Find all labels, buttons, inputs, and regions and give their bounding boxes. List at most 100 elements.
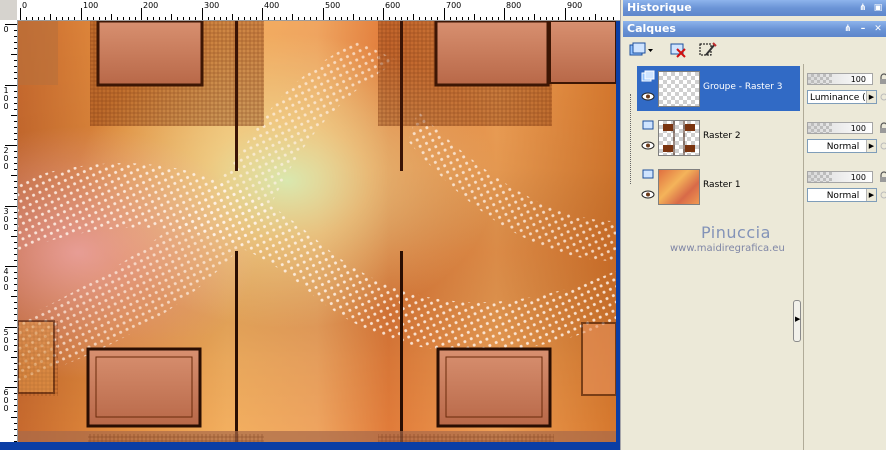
- ruler-tick: [99, 17, 100, 20]
- ruler-tick: [395, 17, 396, 20]
- link-icon[interactable]: [879, 189, 886, 201]
- ruler-tick: [14, 193, 17, 194]
- ruler-tick: [14, 72, 17, 73]
- ruler-tick: [14, 429, 17, 430]
- history-palette-title[interactable]: Historique ⋔ ▣: [623, 0, 886, 16]
- ruler-tick: [14, 254, 17, 255]
- ruler-tick: [383, 8, 384, 20]
- edit-selection-button[interactable]: [697, 39, 719, 61]
- ruler-tick: [14, 320, 17, 321]
- ruler-tick: [601, 17, 602, 20]
- ruler-tick: [274, 17, 275, 20]
- layer-group-icon: [629, 42, 653, 56]
- ruler-tick: [38, 17, 39, 20]
- pin-icon[interactable]: ⋔: [858, 3, 868, 13]
- link-icon[interactable]: [879, 91, 886, 103]
- ruler-tick: [571, 17, 572, 20]
- ruler-label: 0: [3, 102, 9, 111]
- ruler-tick: [11, 357, 17, 358]
- layer-name: Raster 1: [703, 180, 741, 190]
- ruler-tick: [14, 411, 17, 412]
- lock-icon[interactable]: [879, 73, 886, 85]
- ruler-tick: [522, 17, 523, 20]
- ruler-tick: [11, 54, 17, 55]
- ruler-tick: [280, 17, 281, 20]
- ruler-tick: [202, 8, 203, 20]
- blend-mode-select[interactable]: Normal ▶: [807, 139, 877, 153]
- chevron-right-icon: ▶: [795, 315, 801, 323]
- ruler-tick: [474, 14, 475, 20]
- ruler-tick: [171, 14, 172, 20]
- layer-row-groupe-raster-3[interactable]: Groupe - Raster 3: [637, 66, 800, 111]
- ruler-label: 800: [506, 1, 522, 10]
- ruler-tick: [431, 17, 432, 20]
- eye-icon[interactable]: [641, 190, 655, 199]
- ruler-tick: [105, 17, 106, 20]
- ruler-tick: [14, 314, 17, 315]
- ruler-tick: [14, 133, 17, 134]
- link-icon[interactable]: [879, 140, 886, 152]
- ruler-tick: [444, 8, 445, 20]
- ruler-tick: [189, 17, 190, 20]
- ruler-tick: [341, 17, 342, 20]
- ruler-tick: [226, 17, 227, 20]
- ruler-tick: [14, 212, 17, 213]
- delete-layer-button[interactable]: [667, 39, 689, 61]
- ruler-label: 100: [83, 1, 99, 10]
- ruler-tick: [14, 78, 17, 79]
- ruler-tick: [425, 17, 426, 20]
- ruler-tick: [359, 17, 360, 20]
- ruler-tick: [298, 17, 299, 20]
- ruler-tick: [14, 423, 17, 424]
- minimize-icon[interactable]: –: [858, 24, 868, 34]
- ruler-tick: [135, 17, 136, 20]
- opacity-value: 100: [850, 124, 866, 133]
- ruler-tick: [14, 60, 17, 61]
- panel-collapse-handle[interactable]: ▶: [793, 300, 801, 342]
- layer-row-raster-1[interactable]: Raster 1: [637, 164, 800, 209]
- ruler-label: 0: [3, 404, 9, 413]
- new-layer-dropdown-button[interactable]: [627, 39, 655, 61]
- close-icon[interactable]: ✕: [873, 24, 883, 34]
- blend-mode-value: Normal: [826, 191, 860, 201]
- ruler-tick: [528, 17, 529, 20]
- artwork: [18, 21, 616, 442]
- layer-thumbnail: [658, 71, 700, 107]
- lock-icon[interactable]: [879, 122, 886, 134]
- delete-layer-icon: [670, 43, 686, 58]
- blend-mode-select[interactable]: Normal ▶: [807, 188, 877, 202]
- ruler-tick: [14, 375, 17, 376]
- ruler-tick: [468, 17, 469, 20]
- eye-icon[interactable]: [641, 141, 655, 150]
- opacity-slider[interactable]: 100: [807, 171, 873, 183]
- ruler-tick: [504, 8, 505, 20]
- history-title-text: Historique: [627, 1, 692, 14]
- ruler-tick: [286, 17, 287, 20]
- ruler-tick: [365, 17, 366, 20]
- ruler-tick: [353, 14, 354, 20]
- blend-mode-select[interactable]: Luminance (H) ▶: [807, 90, 877, 104]
- ruler-tick: [419, 17, 420, 20]
- opacity-slider[interactable]: 100: [807, 73, 873, 85]
- ruler-tick: [310, 17, 311, 20]
- ruler-tick: [262, 8, 263, 20]
- image-canvas[interactable]: [18, 21, 616, 442]
- layer-props-groupe-raster-3: 100 Luminance (H) ▶: [807, 70, 886, 115]
- ruler-tick: [14, 42, 17, 43]
- ruler-tick: [456, 17, 457, 20]
- layer-row-raster-2[interactable]: Raster 2: [637, 115, 800, 160]
- layers-palette-title[interactable]: Calques ⋔ – ✕: [623, 21, 886, 37]
- eye-icon[interactable]: [641, 92, 655, 101]
- lock-icon[interactable]: [879, 171, 886, 183]
- canvas-workspace[interactable]: 0 100 200 300 400 500 600 700 800 900 0 100 200 300 4…: [0, 0, 620, 450]
- canvas-edge-bottom: [0, 442, 620, 450]
- ruler-tick: [81, 8, 82, 20]
- restore-icon[interactable]: ▣: [873, 3, 883, 13]
- layer-group-icon: [641, 70, 655, 82]
- opacity-slider[interactable]: 100: [807, 122, 873, 134]
- ruler-label: 0: [3, 223, 9, 232]
- ruler-tick: [304, 17, 305, 20]
- layer-props-raster-1: 100 Normal ▶: [807, 168, 886, 213]
- pin-icon[interactable]: ⋔: [843, 24, 853, 34]
- ruler-tick: [486, 17, 487, 20]
